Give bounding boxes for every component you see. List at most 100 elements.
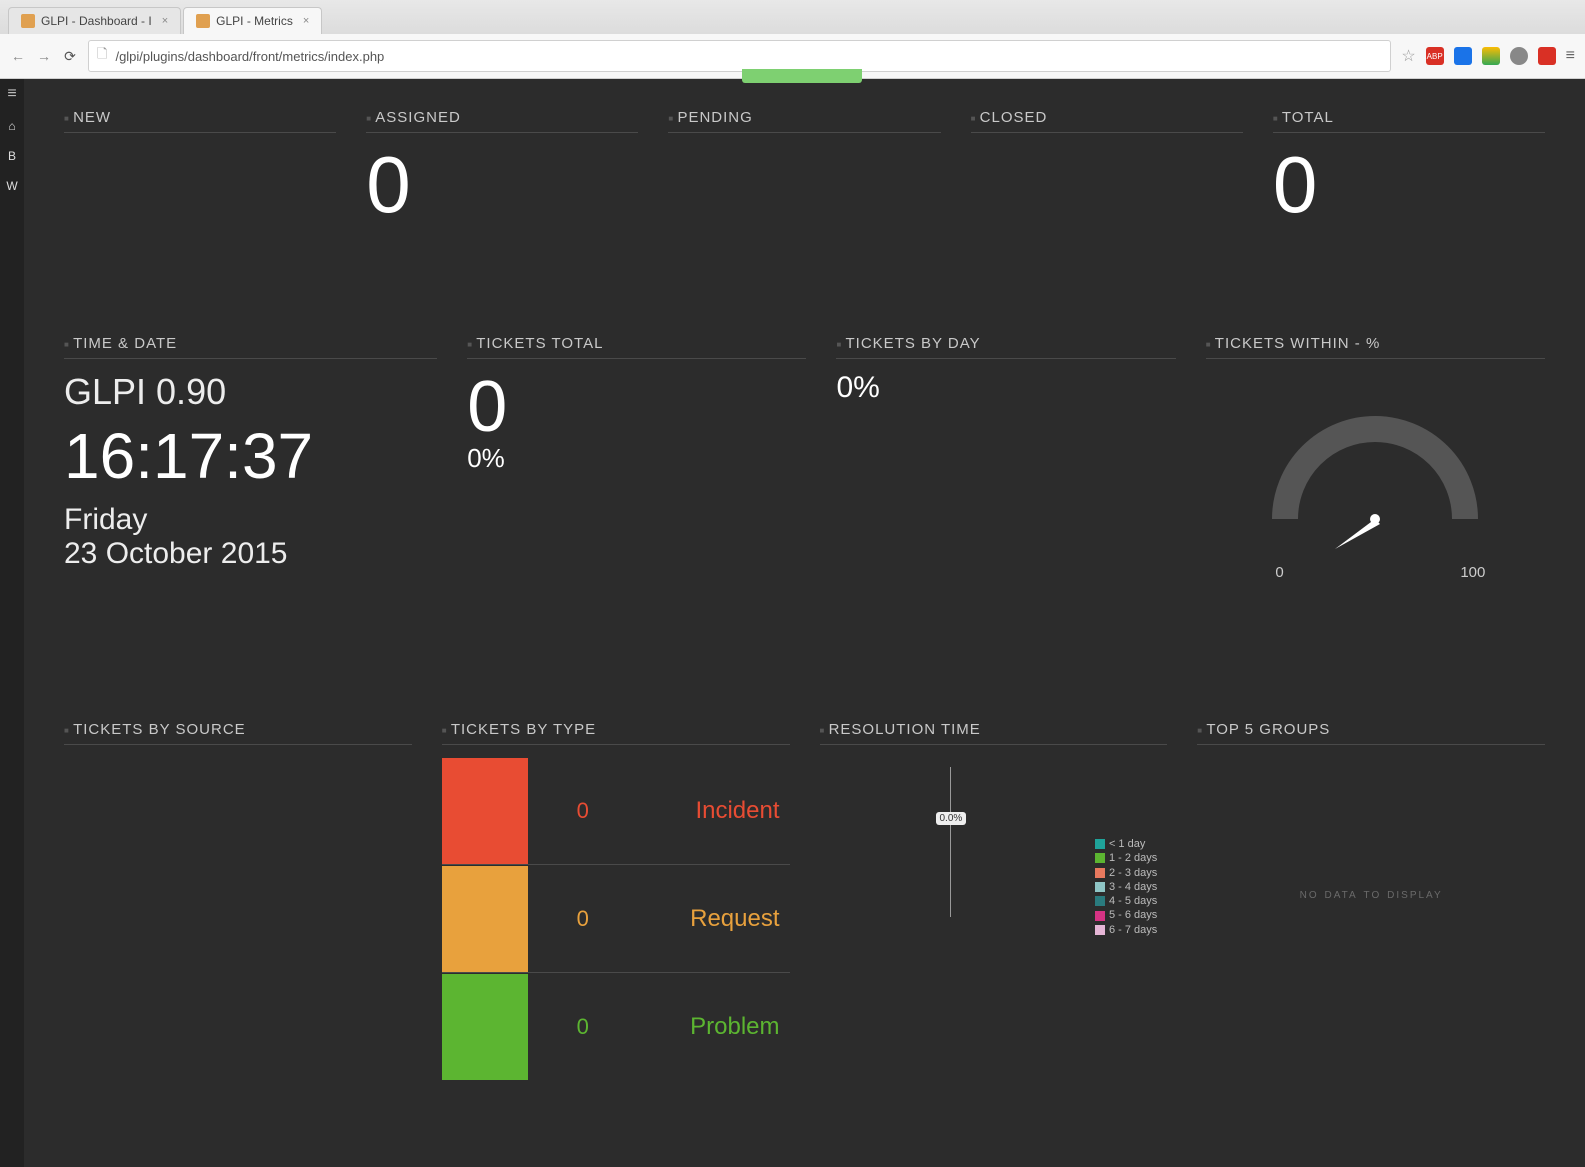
top-indicator (742, 69, 862, 83)
swatch-icon (442, 866, 528, 972)
section-title: TICKETS TOTAL (467, 335, 806, 359)
legend-label: 3 - 4 days (1109, 880, 1157, 894)
url-text: /glpi/plugins/dashboard/front/metrics/in… (115, 49, 384, 64)
tickets-by-type-panel: TICKETS BY TYPE 0 Incident 0 Request (442, 721, 790, 1081)
resolution-legend: < 1 day 1 - 2 days 2 - 3 days 3 - 4 days… (1095, 837, 1157, 937)
metrics-row: TIME & DATE GLPI 0.90 16:17:37 Friday 23… (64, 335, 1545, 571)
status-pending: PENDING (668, 109, 940, 225)
forward-icon[interactable]: → (36, 48, 52, 64)
extension-icon[interactable] (1510, 47, 1528, 65)
tickets-total-value: 0 (467, 371, 806, 443)
swatch-icon (1095, 925, 1105, 935)
section-title: NEW (64, 109, 336, 133)
section-title: CLOSED (971, 109, 1243, 133)
extension-icon[interactable] (1538, 47, 1556, 65)
resolution-chart: 0.0% < 1 day 1 - 2 days 2 - 3 days 3 - 4… (820, 757, 1168, 957)
status-closed: CLOSED (971, 109, 1243, 225)
section-title: TICKETS BY SOURCE (64, 721, 412, 745)
type-count: 0 (528, 1014, 638, 1040)
sidebar: ≡ ⌂ B W (0, 79, 24, 1167)
legend-label: 4 - 5 days (1109, 894, 1157, 908)
day-text: Friday (64, 503, 437, 537)
extension-icon[interactable] (1482, 47, 1500, 65)
tickets-by-day-panel: TICKETS BY DAY 0% (836, 335, 1175, 571)
type-list: 0 Incident 0 Request 0 Problem (442, 757, 790, 1081)
close-icon[interactable]: × (162, 15, 168, 27)
tickets-total-panel: TICKETS TOTAL 0 0% (467, 335, 806, 571)
type-count: 0 (528, 798, 638, 824)
section-title: ASSIGNED (366, 109, 638, 133)
type-row-incident: 0 Incident (442, 757, 790, 865)
section-title: RESOLUTION TIME (820, 721, 1168, 745)
legend-label: 2 - 3 days (1109, 866, 1157, 880)
back-icon[interactable]: ← (10, 48, 26, 64)
page-icon: 🗋 (97, 45, 107, 67)
sidebar-item-b[interactable]: B (8, 149, 16, 163)
date-text: 23 October 2015 (64, 537, 437, 571)
status-assigned: ASSIGNED 0 (366, 109, 638, 225)
status-value: 0 (1273, 145, 1545, 225)
tab-metrics[interactable]: GLPI - Metrics × (183, 7, 322, 34)
close-icon[interactable]: × (303, 15, 309, 27)
abp-icon[interactable]: ABP (1426, 47, 1444, 65)
legend-label: 6 - 7 days (1109, 923, 1157, 937)
axis-line (950, 767, 951, 917)
swatch-icon (1095, 839, 1105, 849)
tab-dashboard[interactable]: GLPI - Dashboard - I × (8, 7, 181, 34)
app: ≡ ⌂ B W NEW ASSIGNED 0 PENDING CLOSED (0, 79, 1585, 1167)
section-title: TOTAL (1273, 109, 1545, 133)
status-total: TOTAL 0 (1273, 109, 1545, 225)
browser-chrome: GLPI - Dashboard - I × GLPI - Metrics × … (0, 0, 1585, 79)
status-new: NEW (64, 109, 336, 225)
extension-icons: ABP ≡ (1426, 47, 1575, 65)
status-value: 0 (366, 145, 638, 225)
swatch-icon (1095, 882, 1105, 892)
tab-title: GLPI - Metrics (216, 14, 293, 28)
favicon-icon (196, 14, 210, 28)
type-name: Incident (638, 797, 790, 825)
section-title: TICKETS WITHIN - % (1206, 335, 1545, 359)
no-data-text: no data to display (1197, 885, 1545, 901)
sidebar-item-w[interactable]: W (6, 179, 17, 193)
type-name: Problem (638, 1013, 790, 1041)
star-icon[interactable]: ☆ (1401, 46, 1415, 66)
section-title: TIME & DATE (64, 335, 437, 359)
home-icon[interactable]: ⌂ (8, 119, 15, 133)
section-title: PENDING (668, 109, 940, 133)
favicon-icon (21, 14, 35, 28)
type-row-request: 0 Request (442, 865, 790, 973)
type-name: Request (638, 905, 790, 933)
legend-label: < 1 day (1109, 837, 1145, 851)
tab-strip: GLPI - Dashboard - I × GLPI - Metrics × (0, 0, 1585, 34)
reload-icon[interactable]: ⟳ (62, 48, 78, 65)
content: NEW ASSIGNED 0 PENDING CLOSED TOTAL 0 (24, 79, 1585, 1167)
swatch-icon (1095, 911, 1105, 921)
legend-label: 1 - 2 days (1109, 851, 1157, 865)
resolution-time-panel: RESOLUTION TIME 0.0% < 1 day 1 - 2 days … (820, 721, 1168, 1081)
section-title: TOP 5 GROUPS (1197, 721, 1545, 745)
type-count: 0 (528, 906, 638, 932)
resolution-badge: 0.0% (936, 812, 967, 825)
url-input[interactable]: 🗋 /glpi/plugins/dashboard/front/metrics/… (88, 40, 1391, 72)
legend-label: 5 - 6 days (1109, 908, 1157, 922)
swatch-icon (1095, 853, 1105, 863)
gauge-min: 0 (1275, 564, 1283, 581)
menu-icon[interactable]: ≡ (1566, 47, 1575, 65)
tab-title: GLPI - Dashboard - I (41, 14, 152, 28)
time-date-panel: TIME & DATE GLPI 0.90 16:17:37 Friday 23… (64, 335, 437, 571)
gauge-icon (1245, 379, 1505, 559)
gauge-max: 100 (1460, 564, 1485, 581)
type-row-problem: 0 Problem (442, 973, 790, 1081)
tickets-total-pct: 0% (467, 443, 806, 474)
swatch-icon (442, 974, 528, 1080)
clock-text: 16:17:37 (64, 419, 437, 493)
bottom-row: TICKETS BY SOURCE TICKETS BY TYPE 0 Inci… (64, 721, 1545, 1081)
swatch-icon (442, 758, 528, 864)
swatch-icon (1095, 868, 1105, 878)
extension-icon[interactable] (1454, 47, 1472, 65)
menu-icon[interactable]: ≡ (7, 85, 16, 103)
tickets-within-panel: TICKETS WITHIN - % 0 100 (1206, 335, 1545, 571)
tickets-by-source-panel: TICKETS BY SOURCE (64, 721, 412, 1081)
section-title: TICKETS BY TYPE (442, 721, 790, 745)
status-row: NEW ASSIGNED 0 PENDING CLOSED TOTAL 0 (64, 109, 1545, 225)
